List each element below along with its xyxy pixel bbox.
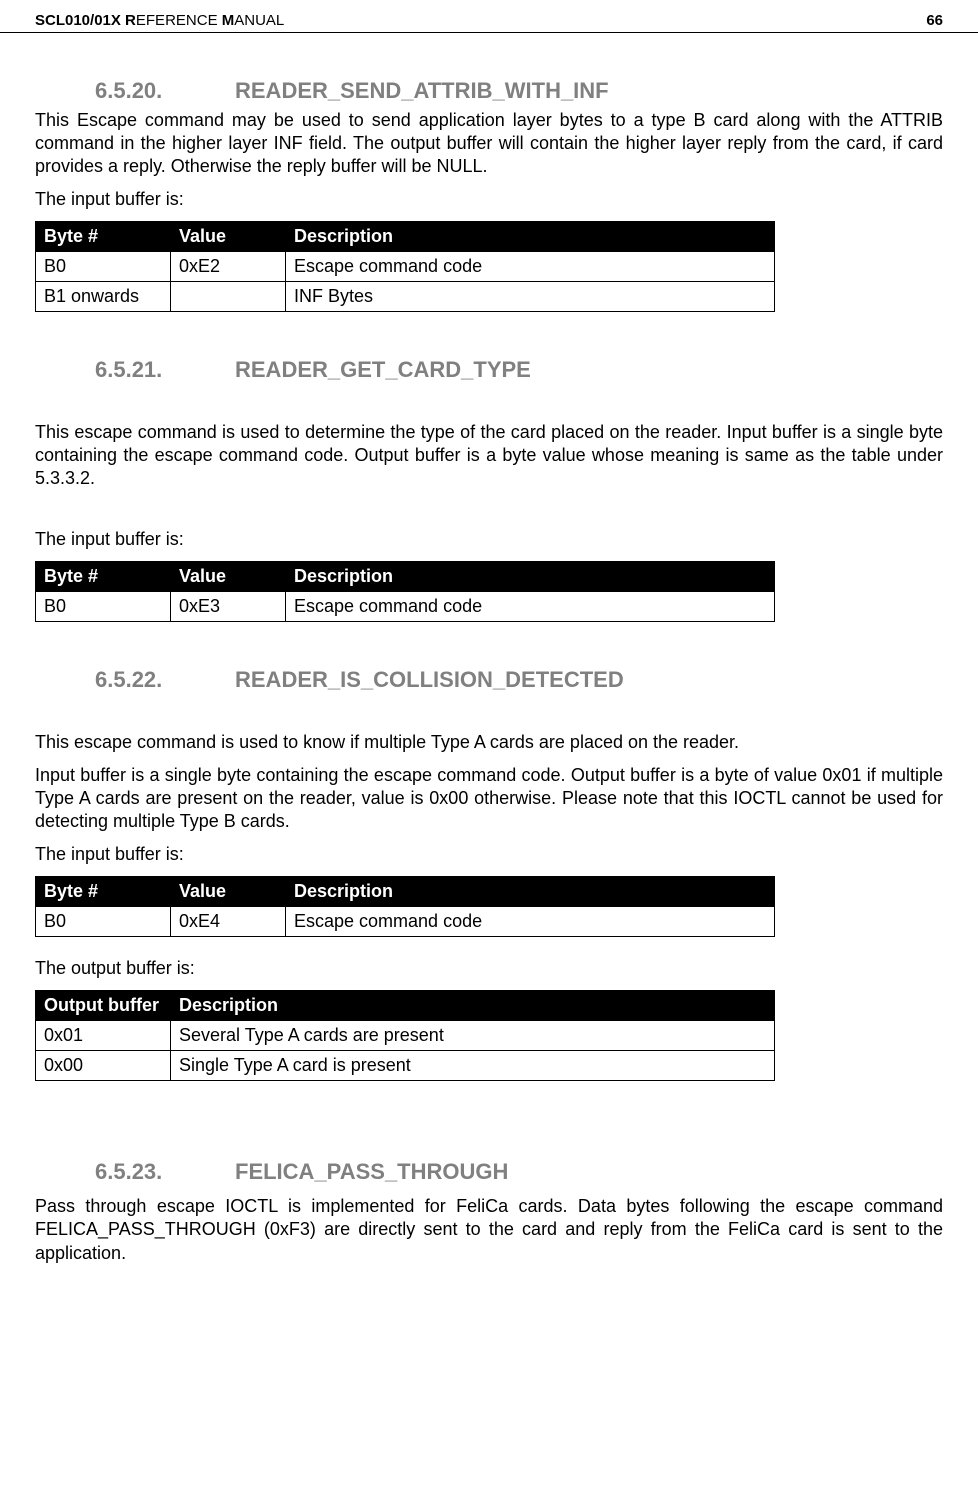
spacer xyxy=(35,703,943,731)
table-cell: B0 xyxy=(36,252,171,282)
spacer xyxy=(35,945,943,957)
table-header-row: Byte # Value Description xyxy=(36,222,775,252)
input-buffer-table-6-5-21: Byte # Value Description B0 0xE3 Escape … xyxy=(35,561,775,622)
table-header: Description xyxy=(286,562,775,592)
paragraph: The input buffer is: xyxy=(35,843,943,866)
section-heading-6-5-23: 6.5.23.FELICA_PASS_THROUGH xyxy=(35,1159,943,1185)
paragraph: This escape command is used to determine… xyxy=(35,421,943,490)
table-cell: B1 onwards xyxy=(36,282,171,312)
table-header: Byte # xyxy=(36,877,171,907)
table-cell: Escape command code xyxy=(286,252,775,282)
input-buffer-table-6-5-22: Byte # Value Description B0 0xE4 Escape … xyxy=(35,876,775,937)
table-cell: B0 xyxy=(36,907,171,937)
table-row: 0x01 Several Type A cards are present xyxy=(36,1021,775,1051)
table-header: Value xyxy=(171,562,286,592)
spacer xyxy=(35,393,943,421)
table-cell: INF Bytes xyxy=(286,282,775,312)
spacer xyxy=(35,500,943,528)
spacer xyxy=(35,1089,943,1159)
table-cell: 0xE3 xyxy=(171,592,286,622)
section-heading-6-5-22: 6.5.22.READER_IS_COLLISION_DETECTED xyxy=(35,667,943,693)
table-cell: 0x00 xyxy=(36,1051,171,1081)
paragraph: The input buffer is: xyxy=(35,528,943,551)
table-header: Value xyxy=(171,877,286,907)
table-cell: Escape command code xyxy=(286,592,775,622)
table-header-row: Byte # Value Description xyxy=(36,877,775,907)
table-row: B0 0xE3 Escape command code xyxy=(36,592,775,622)
table-header: Value xyxy=(171,222,286,252)
table-cell: Single Type A card is present xyxy=(171,1051,775,1081)
table-header: Byte # xyxy=(36,562,171,592)
table-header-row: Output buffer Description xyxy=(36,991,775,1021)
page-number: 66 xyxy=(926,12,943,29)
section-heading-6-5-20: 6.5.20.READER_SEND_ATTRIB_WITH_INF xyxy=(35,78,943,104)
table-header-row: Byte # Value Description xyxy=(36,562,775,592)
table-cell: 0xE4 xyxy=(171,907,286,937)
table-row: 0x00 Single Type A card is present xyxy=(36,1051,775,1081)
output-buffer-table-6-5-22: Output buffer Description 0x01 Several T… xyxy=(35,990,775,1081)
table-cell: 0x01 xyxy=(36,1021,171,1051)
paragraph: This Escape command may be used to send … xyxy=(35,109,943,178)
table-row: B0 0xE4 Escape command code xyxy=(36,907,775,937)
table-cell: Escape command code xyxy=(286,907,775,937)
table-row: B0 0xE2 Escape command code xyxy=(36,252,775,282)
paragraph: This escape command is used to know if m… xyxy=(35,731,943,754)
table-cell: Several Type A cards are present xyxy=(171,1021,775,1051)
table-header: Byte # xyxy=(36,222,171,252)
paragraph: Pass through escape IOCTL is implemented… xyxy=(35,1195,943,1264)
page-content: 6.5.20.READER_SEND_ATTRIB_WITH_INF This … xyxy=(0,33,978,1295)
section-heading-6-5-21: 6.5.21.READER_GET_CARD_TYPE xyxy=(35,357,943,383)
doc-title: SCL010/01X REFERENCE MANUAL xyxy=(35,12,284,29)
table-header: Description xyxy=(171,991,775,1021)
input-buffer-table-6-5-20: Byte # Value Description B0 0xE2 Escape … xyxy=(35,221,775,312)
paragraph: The output buffer is: xyxy=(35,957,943,980)
page-header: SCL010/01X REFERENCE MANUAL 66 xyxy=(0,0,978,33)
table-cell xyxy=(171,282,286,312)
table-cell: B0 xyxy=(36,592,171,622)
paragraph: The input buffer is: xyxy=(35,188,943,211)
paragraph: Input buffer is a single byte containing… xyxy=(35,764,943,833)
table-header: Description xyxy=(286,877,775,907)
table-row: B1 onwards INF Bytes xyxy=(36,282,775,312)
table-cell: 0xE2 xyxy=(171,252,286,282)
table-header: Output buffer xyxy=(36,991,171,1021)
table-header: Description xyxy=(286,222,775,252)
